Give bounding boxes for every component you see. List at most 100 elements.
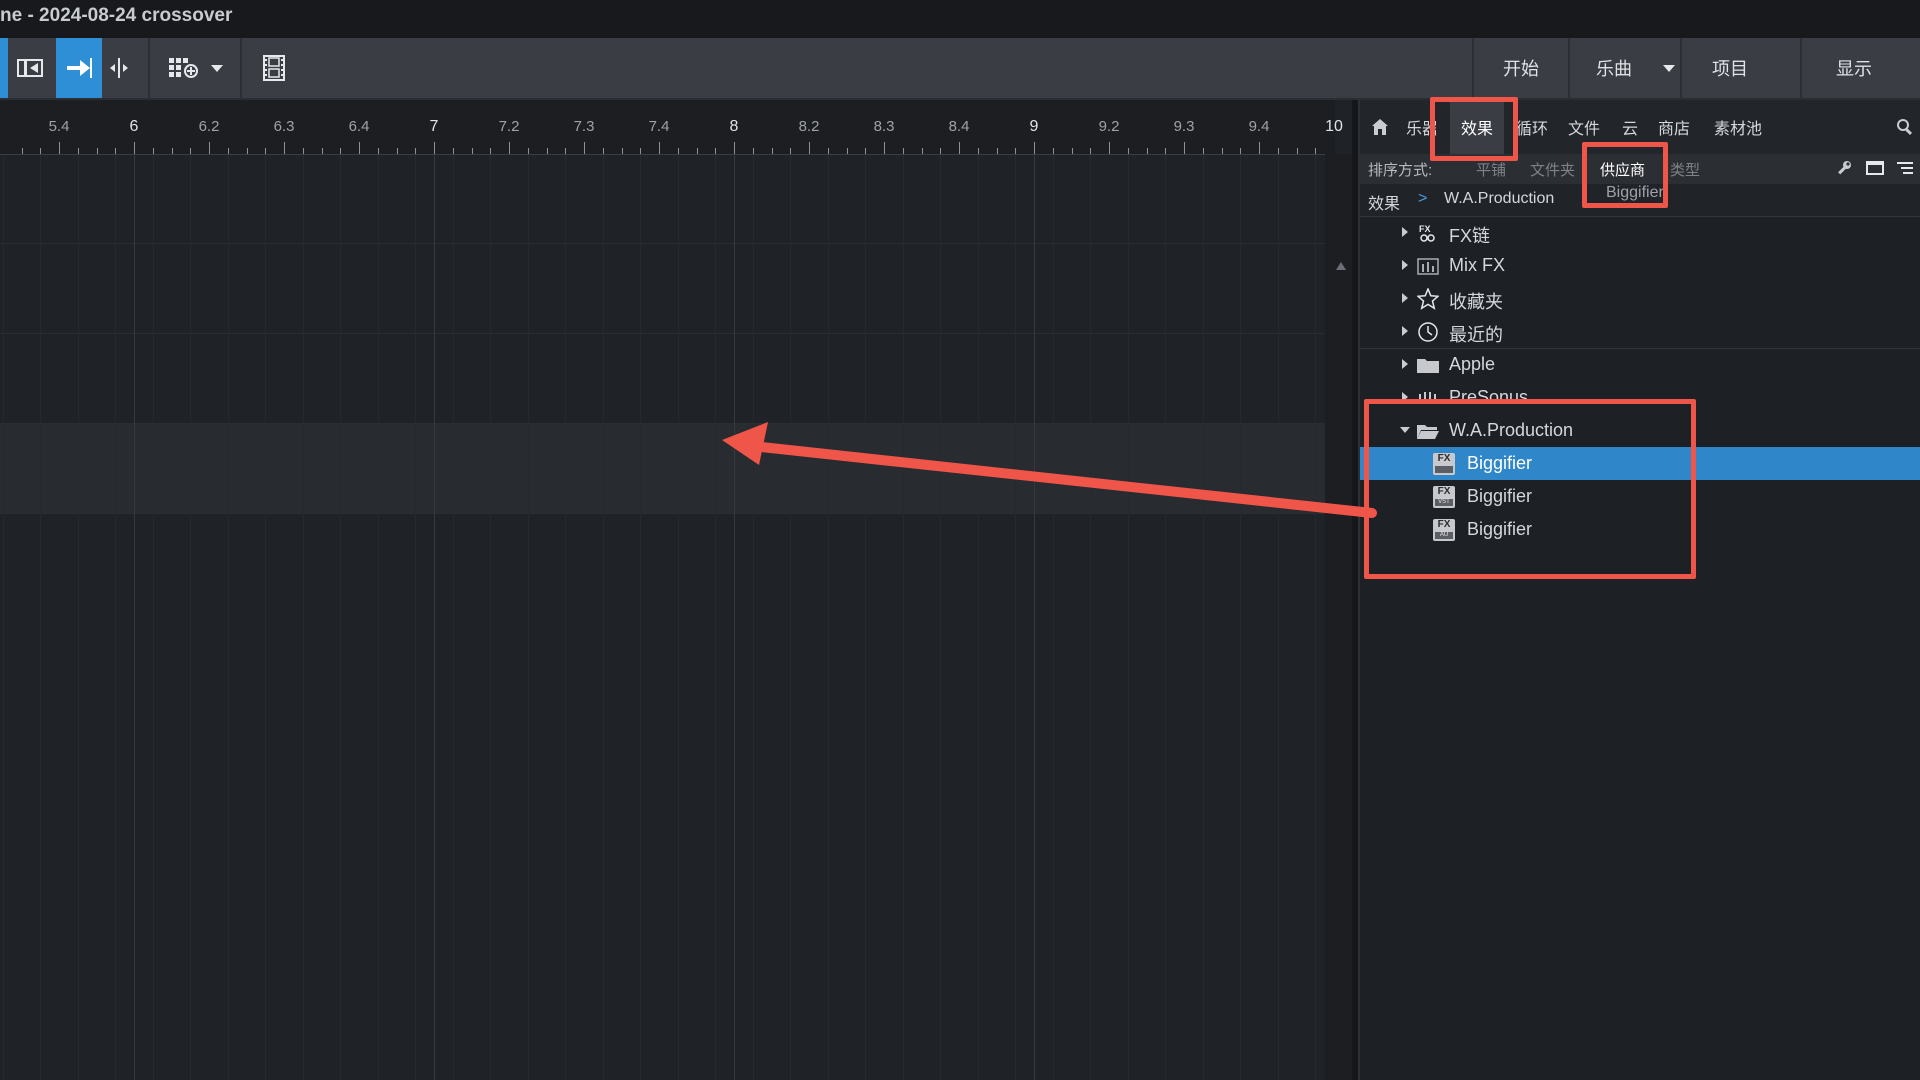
sort-folder[interactable]: 文件夹 xyxy=(1530,159,1575,180)
ruler-tick xyxy=(415,148,417,154)
scroll-up-arrow-icon[interactable] xyxy=(1336,262,1346,270)
ruler-tick xyxy=(902,148,904,154)
toolbar-edge-button[interactable] xyxy=(0,38,8,98)
clock-icon xyxy=(1416,321,1440,343)
ruler-tick xyxy=(959,142,960,154)
tree-item-mix-fx[interactable]: Mix FX xyxy=(1360,249,1920,282)
grid-line xyxy=(565,155,567,1080)
nav-song-button[interactable]: 乐曲 xyxy=(1570,38,1658,98)
ruler-tick xyxy=(1296,148,1298,154)
annotation-box-plugin-list xyxy=(1364,399,1696,579)
expand-icon[interactable] xyxy=(1402,293,1408,303)
ruler-tick xyxy=(790,148,792,154)
expand-icon[interactable] xyxy=(1402,326,1408,336)
ruler-tick xyxy=(827,148,829,154)
browser-list-button[interactable] xyxy=(1896,160,1914,180)
annotation-box-effects-tab xyxy=(1430,97,1518,161)
sort-type[interactable]: 类型 xyxy=(1670,159,1700,180)
bar-line xyxy=(734,155,735,1080)
track-separator xyxy=(0,243,1325,244)
grid-line xyxy=(1240,155,1242,1080)
browser-home-button[interactable] xyxy=(1368,100,1392,154)
ruler-label: 10 xyxy=(1325,118,1343,135)
ruler-tick xyxy=(940,148,942,154)
grid-line xyxy=(1277,155,1279,1080)
ruler-label: 5.4 xyxy=(48,118,70,135)
skip-to-start-icon xyxy=(17,59,43,77)
toolbar-separator xyxy=(240,38,242,98)
arrange-view[interactable]: 5.4 6 6.2 6.3 6.4 7 7.2 7.3 7.4 8 8.2 8.3 8.4 9 9.2 9.3… xyxy=(0,100,1352,1080)
tree-item-favorites[interactable]: 收藏夹 xyxy=(1360,282,1920,315)
sort-flat[interactable]: 平铺 xyxy=(1476,159,1506,180)
video-button[interactable] xyxy=(252,38,296,98)
ruler-label: 6.3 xyxy=(273,118,295,135)
browser-view-button[interactable] xyxy=(1866,160,1884,180)
breadcrumb-root[interactable]: 效果 xyxy=(1368,190,1400,214)
ruler-label: 6.2 xyxy=(198,118,220,135)
ruler-tick xyxy=(565,148,567,154)
ruler-label: 7 xyxy=(429,118,439,135)
ruler-tick xyxy=(1315,148,1317,154)
chevron-down-icon xyxy=(1663,65,1675,72)
track-area[interactable] xyxy=(0,155,1335,1080)
nav-start-button[interactable]: 开始 xyxy=(1474,38,1568,98)
nav-show-button[interactable]: 显示 xyxy=(1802,38,1906,98)
ruler-tick xyxy=(302,148,304,154)
ruler-label: 6.4 xyxy=(348,118,370,135)
browser-settings-button[interactable] xyxy=(1836,160,1852,180)
tree-item-apple[interactable]: Apple xyxy=(1360,348,1920,381)
expand-icon[interactable] xyxy=(1402,227,1408,237)
grid-line xyxy=(865,155,867,1080)
ruler-tick xyxy=(884,142,885,154)
grid-plus-icon xyxy=(169,58,198,78)
split-tool-button[interactable] xyxy=(104,38,134,98)
grid-line xyxy=(490,155,492,1080)
ruler-label: 8 xyxy=(729,118,739,135)
tree-item-presonus[interactable]: PreSonus xyxy=(1360,381,1920,401)
ruler-tick xyxy=(771,148,773,154)
expand-icon[interactable] xyxy=(1402,359,1408,369)
snap-dropdown-button[interactable] xyxy=(206,38,228,98)
ruler-tick xyxy=(865,148,867,154)
timeline-start-button[interactable] xyxy=(8,38,54,98)
follow-playback-button[interactable] xyxy=(56,38,102,98)
ruler-tick xyxy=(509,142,510,154)
ruler-tick xyxy=(977,148,979,154)
tab-pool[interactable]: 素材池 xyxy=(1714,100,1762,154)
ruler-tick xyxy=(1034,142,1035,154)
ruler-tick xyxy=(1277,148,1279,154)
title-bar: ne - 2024-08-24 crossover xyxy=(0,0,1920,38)
ruler-tick xyxy=(359,142,360,154)
vertical-scrollbar[interactable] xyxy=(1325,154,1352,1080)
grid-line xyxy=(265,155,267,1080)
song-dropdown-button[interactable] xyxy=(1658,38,1680,98)
ruler-tick xyxy=(284,142,285,154)
snap-grid-button[interactable] xyxy=(160,38,206,98)
ruler-tick xyxy=(246,148,248,154)
drop-target-track[interactable] xyxy=(0,423,1325,513)
ruler-tick xyxy=(996,148,998,154)
tab-loops[interactable]: 循环 xyxy=(1514,100,1548,154)
tree-item-label: 最近的 xyxy=(1449,325,1503,345)
grid-line xyxy=(940,155,942,1080)
breadcrumb-separator: > xyxy=(1418,190,1428,207)
ruler-label: 7.4 xyxy=(648,118,670,135)
tree-item-label: FX链 xyxy=(1449,226,1491,246)
breadcrumb-vendor[interactable]: W.A.Production xyxy=(1444,190,1554,208)
ruler-tick xyxy=(59,142,60,154)
browser-search-button[interactable] xyxy=(1894,100,1916,154)
grid-line xyxy=(452,155,454,1080)
ruler-label: 9.4 xyxy=(1248,118,1270,135)
timeline-ruler[interactable]: 5.4 6 6.2 6.3 6.4 7 7.2 7.3 7.4 8 8.2 8.3 8.4 9 9.2 9.3… xyxy=(0,100,1343,155)
ruler-label: 7.3 xyxy=(573,118,595,135)
expand-icon[interactable] xyxy=(1402,260,1408,270)
ruler-tick xyxy=(1109,142,1110,154)
ruler-tick xyxy=(621,148,623,154)
ruler-tick xyxy=(734,142,735,154)
tree-item-fx-chains[interactable]: FX FX链 xyxy=(1360,216,1920,249)
nav-project-button[interactable]: 项目 xyxy=(1682,38,1778,98)
tree-item-recent[interactable]: 最近的 xyxy=(1360,315,1920,348)
ruler-tick xyxy=(171,148,173,154)
ruler-tick xyxy=(546,148,548,154)
search-icon xyxy=(1897,119,1913,136)
